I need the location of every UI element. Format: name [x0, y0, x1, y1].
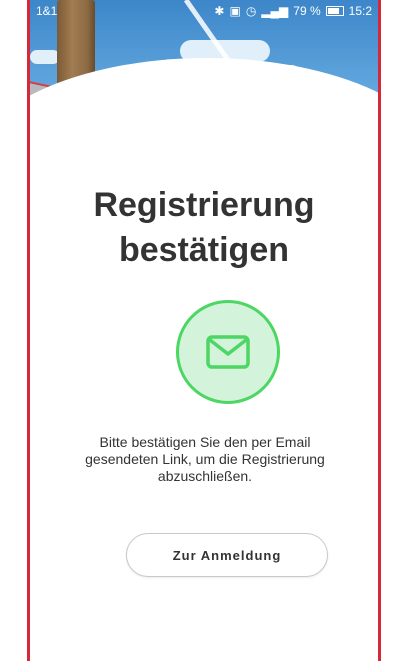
login-button[interactable]: Zur Anmeldung	[126, 533, 328, 577]
signal-icon: ▂▄▆	[261, 4, 289, 18]
message-line-2: gesendeten Link, um die Registrierung	[85, 451, 325, 467]
title-line-1: Registrierung	[93, 186, 315, 224]
battery-percent: 79 %	[293, 4, 321, 18]
page-title: Registrierung bestätigen	[30, 183, 378, 273]
clock: 15:2	[348, 4, 372, 18]
battery-icon	[325, 6, 344, 16]
nfc-icon: ▣	[229, 4, 241, 18]
message-line-1: Bitte bestätigen Sie den per Email	[99, 434, 311, 450]
alarm-icon: ◷	[245, 4, 257, 18]
bluetooth-icon: ✱	[214, 4, 225, 18]
carrier-label: 1&1	[36, 4, 58, 18]
status-bar: 1&1 ✱ ▣ ◷ ▂▄▆ 79 % 15:2	[30, 0, 378, 22]
message-line-3: abzuschließen.	[157, 468, 253, 484]
cloud-shape	[30, 50, 60, 64]
title-line-2: bestätigen	[118, 231, 290, 269]
login-button-label: Zur Anmeldung	[172, 547, 282, 563]
envelope-icon	[206, 335, 250, 369]
confirmation-message: Bitte bestätigen Sie den per Email gesen…	[70, 434, 340, 485]
status-right: ✱ ▣ ◷ ▂▄▆ 79 % 15:2	[214, 4, 372, 18]
app-screen: 1&1 ✱ ▣ ◷ ▂▄▆ 79 % 15:2 Registrierung be…	[27, 0, 381, 661]
status-left: 1&1	[36, 4, 57, 18]
mail-status-circle	[176, 300, 280, 404]
